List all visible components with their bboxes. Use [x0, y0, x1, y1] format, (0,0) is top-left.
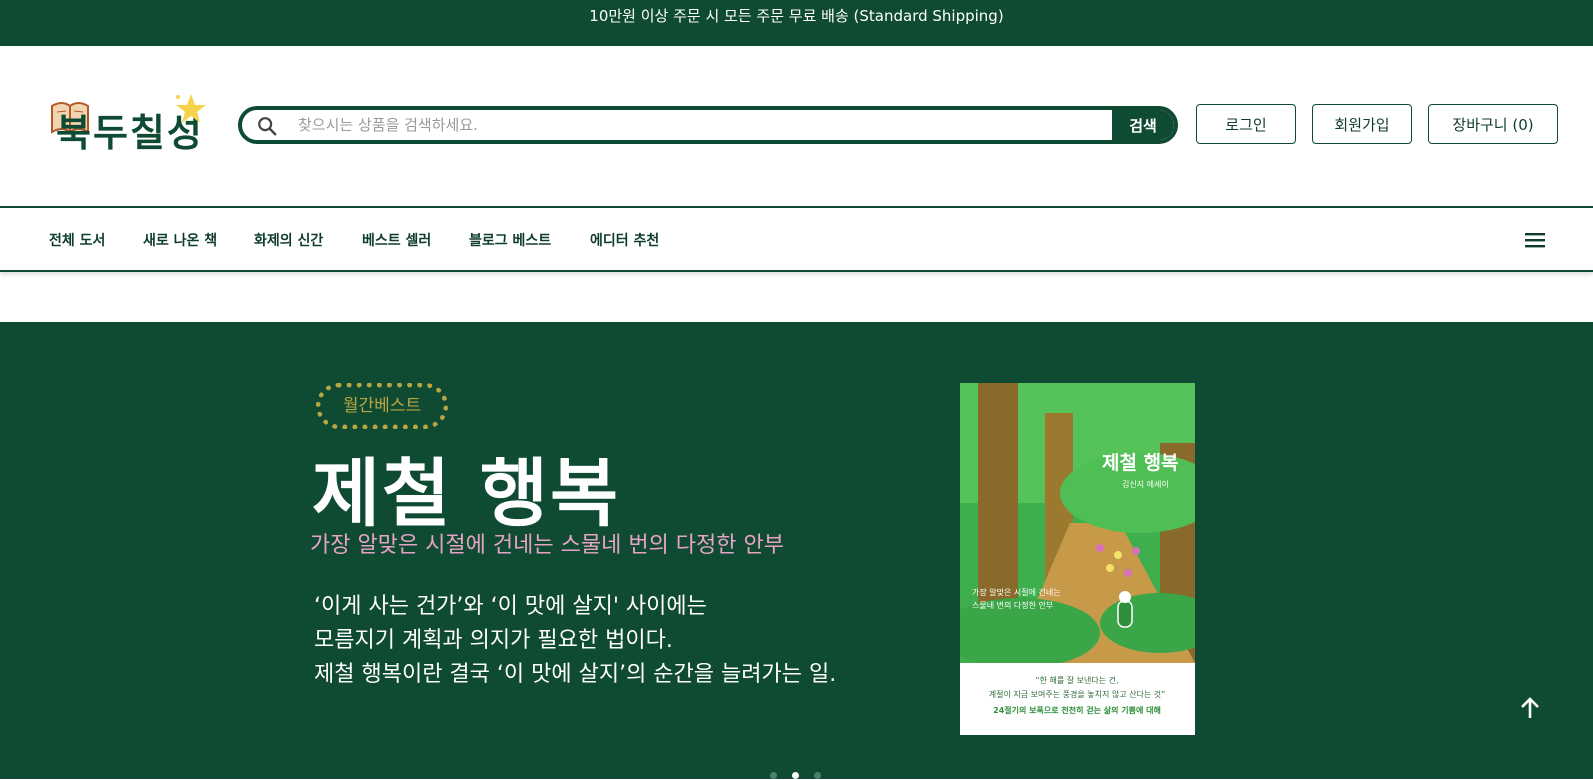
- cart-button[interactable]: 장바구니 (0): [1428, 104, 1558, 144]
- search-input[interactable]: [298, 110, 1098, 140]
- cover-footer: 24절기의 보폭으로 천천히 걷는 삶의 기쁨에 대해: [993, 705, 1161, 715]
- cover-quote: 계절이 지금 보여주는 풍경을 놓치지 않고 산다는 것”: [989, 689, 1166, 699]
- search-bar: 검색: [238, 106, 1178, 144]
- slide-dot[interactable]: [814, 772, 821, 779]
- book-cover[interactable]: 제철 행복 김신지 에세이 가장 알맞은 시절에 건네는 스물네 번의 다정한 …: [960, 383, 1195, 735]
- hero-banner[interactable]: 월간베스트 제철 행복 가장 알맞은 시절에 건네는 스물네 번의 다정한 안부…: [0, 322, 1593, 779]
- cover-author: 김신지 에세이: [1122, 479, 1169, 489]
- slide-dot[interactable]: [770, 772, 777, 779]
- main-nav: 전체 도서 새로 나온 책 화제의 신간 베스트 셀러 블로그 베스트 에디터 …: [0, 206, 1593, 272]
- hero-title: 제철 행복: [312, 451, 621, 537]
- cover-title: 제철 행복: [1102, 452, 1179, 474]
- arrow-up-icon[interactable]: [1510, 688, 1550, 728]
- nav-item-editor-pick[interactable]: 에디터 추천: [590, 230, 659, 250]
- cover-quote: “한 해를 잘 보낸다는 건,: [1035, 675, 1118, 685]
- description-line: 제철 행복이란 결국 ‘이 맛에 살지’의 순간을 늘려가는 일.: [314, 662, 837, 687]
- logo[interactable]: 북두칠성: [48, 90, 218, 160]
- cover-tagline: 스물네 번의 다정한 안부: [972, 600, 1053, 610]
- monthly-best-badge: 월간베스트: [316, 383, 448, 429]
- search-button[interactable]: 검색: [1112, 110, 1174, 140]
- search-icon: [258, 117, 277, 136]
- hero-description: ‘이게 사는 건가’와 ‘이 맛에 살지' 사이에는 모름지기 계획과 의지가 …: [314, 590, 836, 692]
- cover-tagline: 가장 알맞은 시절에 건네는: [972, 587, 1061, 597]
- nav-item-hot-new[interactable]: 화제의 신간: [254, 230, 323, 250]
- slide-dot-active[interactable]: [792, 772, 799, 779]
- login-button[interactable]: 로그인: [1196, 104, 1296, 144]
- star-icon: [176, 94, 206, 123]
- promo-banner: 10만원 이상 주문 시 모든 주문 무료 배송 (Standard Shipp…: [0, 0, 1593, 46]
- nav-item-bestseller[interactable]: 베스트 셀러: [362, 230, 431, 250]
- nav-item-new-books[interactable]: 새로 나온 책: [143, 230, 217, 250]
- signup-button[interactable]: 회원가입: [1312, 104, 1412, 144]
- book-cover-art: 제철 행복 김신지 에세이 가장 알맞은 시절에 건네는 스물네 번의 다정한 …: [960, 383, 1195, 735]
- description-line: ‘이게 사는 건가’와 ‘이 맛에 살지' 사이에는: [314, 594, 707, 619]
- promo-text: 10만원 이상 주문 시 모든 주문 무료 배송 (Standard Shipp…: [589, 7, 1004, 25]
- hamburger-icon[interactable]: [1525, 232, 1545, 248]
- hero-subtitle: 가장 알맞은 시절에 건네는 스물네 번의 다정한 안부: [310, 533, 784, 558]
- nav-item-all-books[interactable]: 전체 도서: [49, 230, 105, 250]
- site-header: 북두칠성 검색 로그인 회원가입 장바구니 (0): [0, 46, 1593, 206]
- description-line: 모름지기 계획과 의지가 필요한 법이다.: [314, 628, 673, 653]
- nav-item-blog-best[interactable]: 블로그 베스트: [469, 230, 551, 250]
